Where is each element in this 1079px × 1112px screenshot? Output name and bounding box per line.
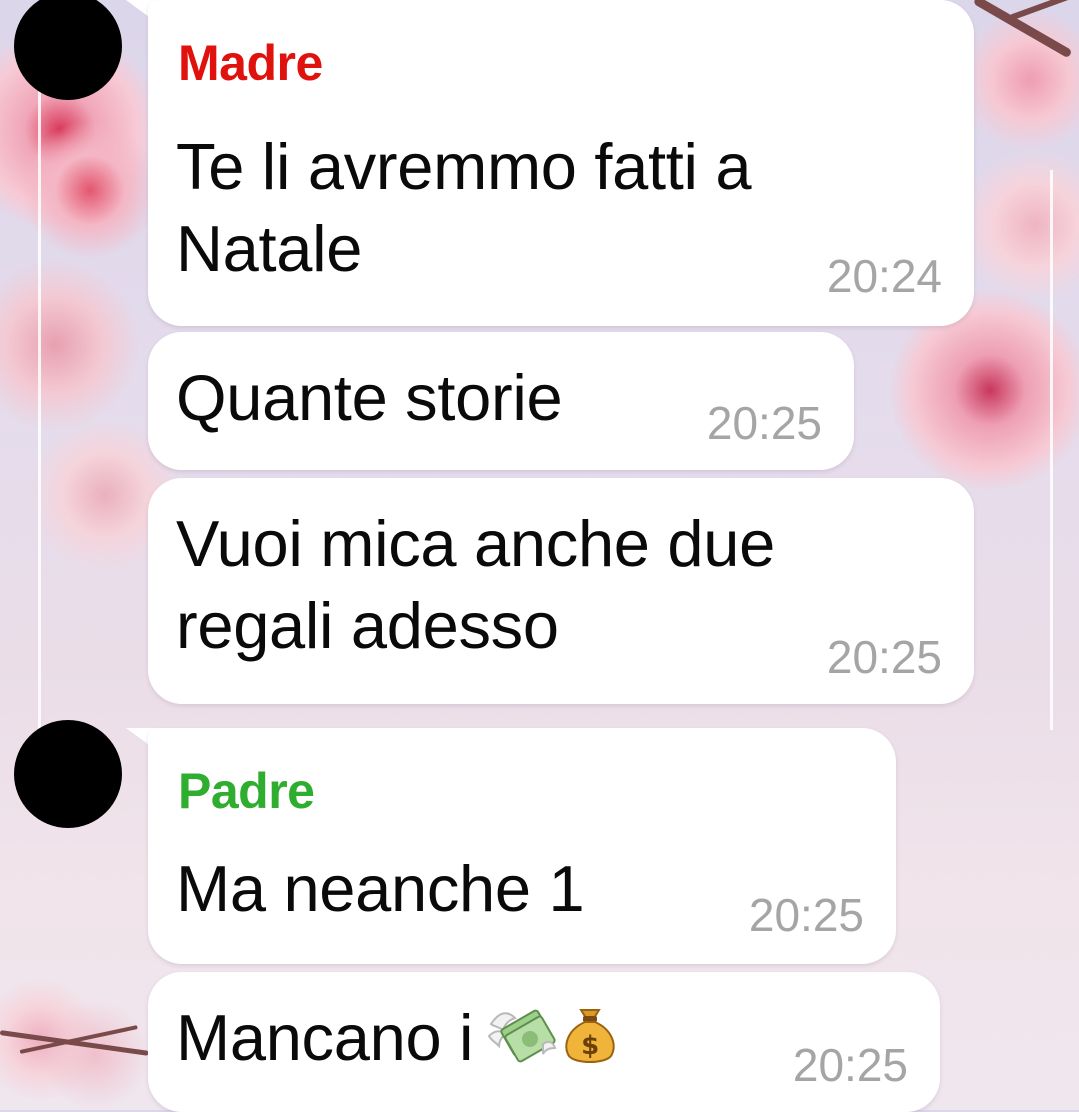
message-time: 20:25 (826, 631, 942, 683)
message-bubble[interactable]: Padre Ma neanche 1 20:25 (148, 728, 896, 964)
message-text: Quante storie (176, 361, 563, 434)
message-time: 20:25 (792, 1039, 908, 1091)
message-text: Te li avremmo fatti a Natale (176, 126, 752, 290)
message-text: Vuoi mica anche due regali adesso (176, 503, 775, 667)
message-text: Ma neanche 1 (176, 852, 585, 925)
message-bubble[interactable]: Mancano i $ 20:25 (148, 972, 940, 1112)
money-bag-icon: $ (561, 1000, 619, 1085)
message-text-line-1: Vuoi mica anche due (176, 507, 775, 580)
avatar-padre[interactable] (14, 720, 122, 828)
message-time: 20:25 (748, 889, 864, 941)
message-text-line-2: Natale (176, 212, 363, 285)
message-bubble[interactable]: Madre Te li avremmo fatti a Natale 20:24 (148, 0, 974, 326)
message-bubble[interactable]: Vuoi mica anche due regali adesso 20:25 (148, 478, 974, 704)
message-text-content: Mancano i (176, 1001, 474, 1074)
message-text: Mancano i $ (176, 997, 619, 1085)
message-bubble[interactable]: Quante storie 20:25 (148, 332, 854, 470)
money-with-wings-icon (487, 1003, 557, 1085)
message-time: 20:25 (706, 397, 822, 449)
sender-name-madre[interactable]: Madre (178, 34, 323, 92)
message-text-line-1: Te li avremmo fatti a (176, 130, 752, 203)
sender-name-padre[interactable]: Padre (178, 762, 315, 820)
message-text-line-2: regali adesso (176, 589, 559, 662)
message-time: 20:24 (826, 250, 942, 302)
svg-text:$: $ (581, 1031, 599, 1061)
